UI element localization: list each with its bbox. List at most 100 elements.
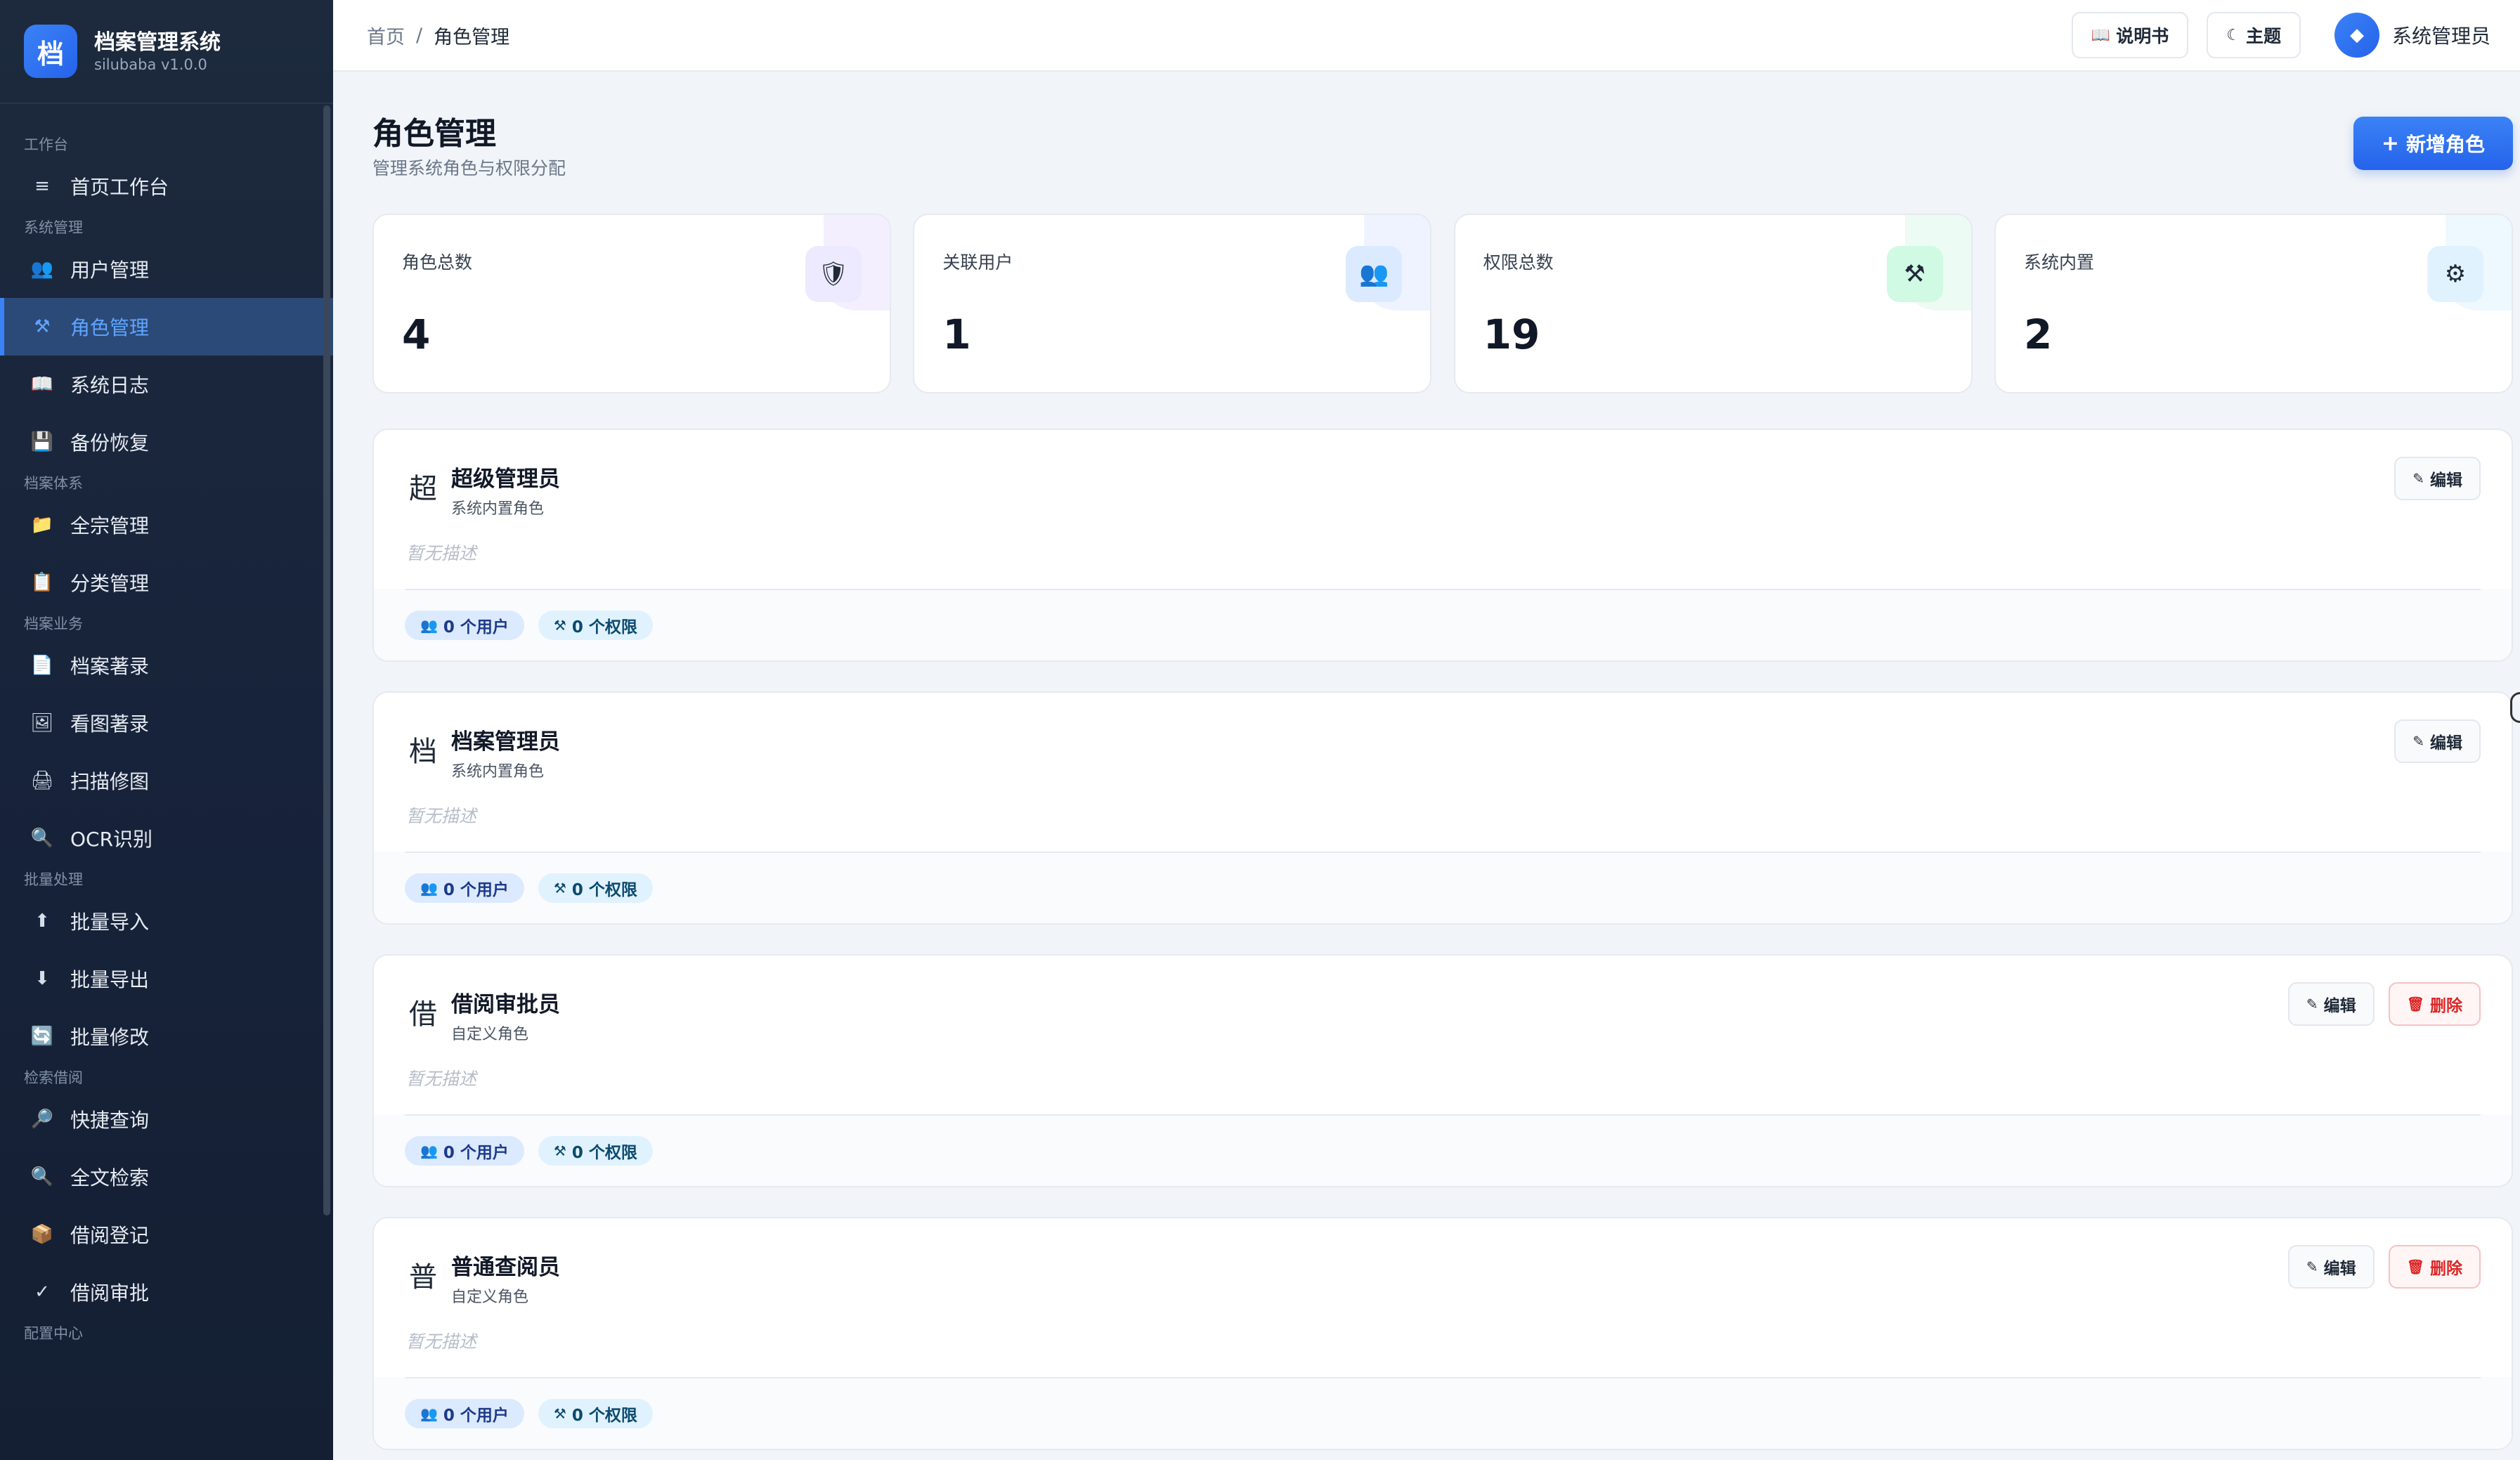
nav-group-label: 工作台 [24,136,68,153]
users-icon: 👥 [420,1142,438,1159]
sidebar-item-label: 首页工作台 [70,176,169,199]
sidebar-item-5-3[interactable]: ✓ 借阅审批 [0,1263,333,1321]
user-count-label: 0 个用户 [443,1144,509,1162]
breadcrumb-home[interactable]: 首页 [367,22,405,49]
nav-item-icon: 🖼 [30,712,54,734]
stat-value: 19 [1483,311,1540,358]
nav-item-icon: 👥 [30,259,54,280]
role-description: 暂无描述 [406,806,477,826]
role-name: 超级管理员 [451,467,560,492]
sidebar-item-2-0[interactable]: 📁 全宗管理 [0,496,333,554]
topbar: 首页 / 角色管理 📖 说明书 ☾ 主题 ◆ 系统管理员 [333,0,2520,72]
sidebar-item-0-0[interactable]: ≡ 首页工作台 [0,157,333,215]
sidebar-item-label: 借阅登记 [70,1224,150,1247]
role-description: 暂无描述 [406,1069,477,1089]
nav-group-label: 系统管理 [24,219,83,236]
nav-item-icon: 🔄 [30,1026,54,1047]
users-icon: 👥 [420,617,438,634]
breadcrumb-current: 角色管理 [434,26,510,48]
sidebar-item-label: 批量导出 [70,968,150,991]
nav-item-icon: 📄 [30,655,54,676]
nav-item-icon: ⬇ [34,968,50,989]
breadcrumb: 首页 / 角色管理 [367,22,509,49]
role-name: 档案管理员 [451,729,560,755]
role-footer: 👥 0 个用户 ⚒ 0 个权限 [405,589,2481,660]
stat-card-linked-users: 关联用户 1 👥 [913,214,1432,393]
permission-count-badge: ⚒ 0 个权限 [538,611,653,640]
stat-card-builtin-count: 系统内置 2 ⚙ [1994,214,2513,393]
edit-role-button[interactable]: ✎ 编辑 [2394,457,2481,500]
user-count-badge: 👥 0 个用户 [405,611,524,640]
drag-handle-icon[interactable] [2510,692,2520,723]
pencil-icon: ✎ [2306,996,2318,1012]
sidebar-item-1-0[interactable]: 👥 用户管理 [0,240,333,298]
delete-role-button[interactable]: 🗑 删除 [2388,1245,2481,1289]
user-count-label: 0 个用户 [443,1407,509,1425]
sidebar-item-3-1[interactable]: 🖼 看图著录 [0,694,333,752]
sidebar-item-label: OCR识别 [70,828,153,851]
edit-role-button[interactable]: ✎ 编辑 [2394,719,2481,763]
nav-item-icon: ⚒ [34,316,51,337]
sidebar-item-2-1[interactable]: 📋 分类管理 [0,554,333,611]
nav-item-icon: 💾 [30,431,54,452]
sidebar-item-4-2[interactable]: 🔄 批量修改 [0,1008,333,1065]
pencil-icon: ✎ [2412,733,2424,750]
gear-icon: ⚙ [2427,246,2483,302]
delete-role-button[interactable]: 🗑 删除 [2388,982,2481,1026]
nav-item-icon: 📁 [30,514,54,535]
user-count-label: 0 个用户 [443,881,509,899]
stats-row: 角色总数 4 🛡 关联用户 1 👥 权限总数 19 ⚒ 系统内置 2 ⚙ [372,214,2513,393]
user-name: 系统管理员 [2391,25,2490,48]
sidebar-item-3-2[interactable]: 🖨 扫描修图 [0,752,333,809]
sidebar-item-5-1[interactable]: 🔍 全文检索 [0,1148,333,1206]
manual-button[interactable]: 📖 说明书 [2071,12,2189,58]
book-icon: 📖 [2091,26,2111,44]
plus-icon: + [2381,131,2399,156]
sidebar-scrollbar[interactable] [323,105,330,1215]
edit-role-button[interactable]: ✎ 编辑 [2287,982,2375,1026]
sidebar-item-3-3[interactable]: 🔍 OCR识别 [0,809,333,867]
brand[interactable]: 档 档案管理系统 silubaba v1.0.0 [0,0,333,104]
brand-logo: 档 [24,25,77,78]
nav-item-icon: 🔎 [30,1109,54,1130]
sidebar-item-1-1[interactable]: ⚒ 角色管理 [0,298,333,356]
sidebar-item-label: 分类管理 [70,572,150,595]
theme-button[interactable]: ☾ 主题 [2207,12,2301,58]
pencil-icon: ✎ [2306,1258,2318,1275]
sidebar-item-label: 档案著录 [70,655,150,678]
role-initial: 档 [409,736,437,768]
sidebar-item-5-0[interactable]: 🔎 快捷查询 [0,1090,333,1148]
nav-group-label: 档案体系 [24,475,83,492]
role-type: 自定义角色 [451,1026,529,1043]
sidebar-item-label: 全文检索 [70,1166,150,1189]
role-actions: ✎ 编辑 🗑 删除 [2274,1245,2481,1289]
avatar: ◆ [2334,13,2379,58]
permission-count-badge: ⚒ 0 个权限 [538,873,653,903]
stat-value: 2 [2023,311,2053,358]
role-description: 暂无描述 [406,1331,477,1352]
sidebar-item-3-0[interactable]: 📄 档案著录 [0,637,333,694]
add-role-button[interactable]: + 新增角色 [2353,117,2513,170]
diamond-icon: ◆ [2349,25,2364,46]
nav-item-icon: ✓ [34,1282,50,1303]
role-card: 借 借阅审批员 自定义角色 暂无描述 ✎ 编辑 🗑 删除 👥 0 个用户 ⚒ 0… [372,954,2513,1187]
sidebar-item-4-0[interactable]: ⬆ 批量导入 [0,892,333,950]
stat-value: 4 [402,311,431,358]
stat-card-permission-count: 权限总数 19 ⚒ [1453,214,1973,393]
nav-item-icon: ≡ [34,176,50,197]
user-menu[interactable]: ◆ 系统管理员 [2334,13,2490,58]
nav-group-label: 档案业务 [24,615,83,632]
permission-count-badge: ⚒ 0 个权限 [538,1136,653,1166]
nav-item-icon: 📋 [30,572,54,593]
sidebar-item-4-1[interactable]: ⬇ 批量导出 [0,950,333,1008]
sidebar-item-1-2[interactable]: 📖 系统日志 [0,356,333,413]
sidebar-item-5-2[interactable]: 📦 借阅登记 [0,1206,333,1263]
edit-role-button[interactable]: ✎ 编辑 [2287,1245,2375,1289]
theme-label: 主题 [2245,26,2281,46]
nav-item-icon: 🖨 [30,770,54,791]
tools-icon: ⚒ [553,1405,566,1422]
sidebar-item-1-3[interactable]: 💾 备份恢复 [0,413,333,471]
role-initial: 超 [409,473,437,505]
edit-label: 编辑 [2430,471,2462,490]
tools-icon: ⚒ [553,880,566,897]
